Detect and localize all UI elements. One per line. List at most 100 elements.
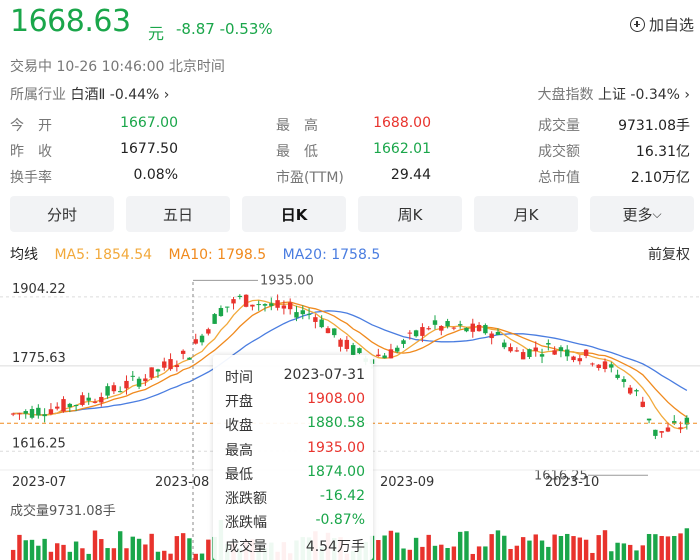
volume-bar	[407, 549, 413, 560]
candle-body	[262, 304, 268, 306]
candle-body	[332, 328, 337, 336]
tab-0[interactable]: 分时	[10, 196, 114, 232]
volume-bar	[48, 551, 54, 560]
volume-bar	[92, 530, 98, 560]
candle-body	[489, 333, 494, 339]
tab-4[interactable]: 月K	[474, 196, 578, 232]
candle-body	[483, 325, 488, 334]
tooltip-label: 最低	[225, 466, 253, 483]
candle-body	[143, 378, 148, 382]
volume-bar	[193, 553, 198, 560]
candle-body	[162, 361, 167, 368]
volume-bar	[99, 539, 104, 560]
tab-5[interactable]: 更多 ⌵	[590, 196, 694, 232]
candle-body	[382, 355, 387, 359]
volume-bar	[382, 535, 387, 560]
volume-bar	[646, 533, 652, 560]
volume-bar	[520, 537, 526, 560]
candle-body	[470, 323, 475, 332]
volume-bar	[149, 533, 154, 560]
volume-bar	[470, 553, 475, 560]
stat-value: 16.31亿	[635, 144, 690, 160]
tab-label: 日K	[280, 205, 308, 224]
candle-body	[23, 411, 28, 414]
candle-body	[640, 401, 645, 407]
trade-state: 交易中	[10, 59, 52, 75]
tooltip-value: 1874.00	[307, 463, 365, 480]
candle-body	[80, 395, 85, 405]
current-price: 1668.63	[10, 4, 131, 39]
volume-bar	[558, 535, 564, 560]
trade-datetime: 10-26 10:46:00	[56, 59, 165, 75]
volume-bar	[388, 530, 394, 560]
stat-label: 市盈(TTM)	[276, 170, 344, 186]
stat-label: 换手率	[10, 170, 52, 186]
volume-bar	[609, 551, 614, 560]
chevron-right-icon: ›	[684, 87, 690, 103]
volume-bar	[615, 542, 620, 560]
volume-bar	[552, 534, 557, 560]
candle-body	[558, 347, 564, 352]
add-watchlist-button[interactable]: 加自选	[629, 14, 694, 35]
candle-body	[395, 347, 400, 352]
candle-body	[111, 385, 117, 392]
candle-body	[10, 413, 16, 415]
candle-body	[457, 324, 463, 326]
tooltip-row: 收盘 1880.58	[225, 415, 365, 437]
tab-3[interactable]: 周K	[358, 196, 462, 232]
candle-body	[546, 343, 551, 345]
stats-row: 昨 收 1677.50 最 低 1662.01 成交额 16.31亿	[10, 141, 690, 161]
max-marker-label: 1935.00	[260, 273, 314, 288]
candle-body	[615, 374, 620, 378]
tab-2[interactable]: 日K	[242, 196, 346, 232]
candle-body	[319, 319, 324, 328]
volume-bar	[634, 550, 639, 560]
volume-bar	[672, 535, 677, 560]
volume-bar	[640, 545, 645, 560]
candle-body	[187, 357, 192, 360]
volume-bar	[10, 549, 16, 560]
candle-body	[136, 378, 142, 387]
candle-body	[29, 409, 35, 418]
tab-1[interactable]: 五日	[126, 196, 230, 232]
volume-bar	[401, 548, 406, 560]
candle-body	[407, 332, 413, 334]
volume-bar	[36, 545, 41, 560]
candle-body	[439, 326, 444, 331]
candle-body	[99, 396, 104, 403]
volume-bar	[67, 551, 73, 560]
volume-bar	[17, 534, 22, 560]
tooltip-label: 涨跌幅	[225, 515, 267, 532]
ma-legend: 均线 MA5: 1854.54 MA10: 1798.5 MA20: 1758.…	[10, 244, 690, 264]
candle-body	[445, 321, 450, 327]
stat-label: 总市值	[538, 170, 580, 186]
candle-body	[583, 349, 589, 356]
volume-bar	[665, 536, 671, 560]
volume-bar	[187, 538, 192, 560]
volume-bar	[546, 546, 551, 560]
index-name: 上证	[597, 87, 626, 103]
market-index-link[interactable]: 大盘指数 上证 -0.34% ›	[538, 84, 691, 104]
volume-bar	[162, 550, 167, 560]
candle-body	[313, 317, 318, 322]
volume-bar	[23, 540, 28, 560]
candle-body	[609, 364, 614, 368]
volume-bar	[577, 537, 583, 560]
industry-link[interactable]: 所属行业 白酒Ⅱ -0.44% ›	[10, 84, 169, 104]
index-change: -0.34%	[630, 87, 680, 103]
tooltip-row: 最低 1874.00	[225, 464, 365, 486]
candle-body	[596, 364, 601, 368]
candle-body	[476, 324, 482, 332]
tooltip-label: 时间	[225, 370, 253, 386]
candle-body	[539, 354, 545, 357]
adjust-mode-button[interactable]: 前复权	[648, 244, 690, 264]
candle-body	[502, 342, 507, 348]
candle-body	[653, 429, 658, 436]
candle-body	[67, 403, 73, 408]
candle-body	[508, 347, 513, 352]
tooltip-label: 开盘	[225, 394, 253, 411]
volume-bar	[464, 531, 469, 560]
candle-body	[678, 427, 683, 429]
ma20-value: MA20: 1758.5	[282, 247, 381, 263]
volume-bar	[445, 548, 450, 560]
